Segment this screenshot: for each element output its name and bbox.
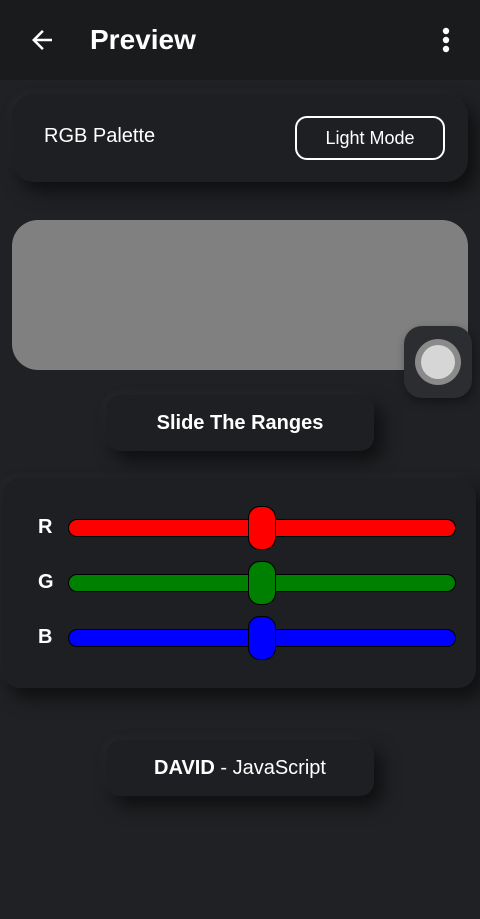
blue-slider-track[interactable] (68, 616, 456, 660)
blue-slider-thumb[interactable] (247, 616, 276, 660)
arrow-left-icon (32, 30, 52, 50)
credits-text: DAVID - JavaScript (106, 740, 374, 796)
circle-toggle-icon (415, 339, 461, 385)
red-slider-thumb[interactable] (247, 506, 276, 550)
credits-card: DAVID - JavaScript (106, 740, 374, 796)
light-mode-button[interactable]: Light Mode (295, 116, 445, 160)
slider-row-red: R (2, 506, 476, 550)
slider-label-green: G (38, 571, 54, 593)
color-preview-box (12, 220, 468, 370)
slider-label-red: R (38, 516, 53, 538)
credits-language: JavaScript (232, 756, 326, 779)
green-slider-thumb[interactable] (247, 561, 276, 605)
back-button[interactable] (22, 22, 62, 58)
slider-label-blue: B (38, 626, 53, 648)
author-name: DAVID (154, 756, 215, 779)
green-slider-track[interactable] (68, 561, 456, 605)
page-title: Preview (90, 24, 196, 55)
overflow-menu-button[interactable] (430, 20, 462, 60)
slider-row-green: G (2, 561, 476, 605)
instruction-card: Slide The Ranges (106, 395, 374, 451)
palette-header-card: RGB Palette Light Mode (12, 94, 468, 182)
instruction-text: Slide The Ranges (156, 411, 324, 434)
palette-title: RGB Palette (44, 125, 156, 147)
floating-action-button[interactable] (404, 326, 472, 398)
red-slider-track[interactable] (68, 506, 456, 550)
credits-separator: - (214, 756, 233, 779)
more-vertical-icon (442, 27, 450, 53)
slider-row-blue: B (2, 616, 476, 660)
fab-dot (421, 345, 455, 379)
rgb-sliders-card: R G B (2, 478, 476, 688)
app-bar: Preview (0, 0, 480, 80)
